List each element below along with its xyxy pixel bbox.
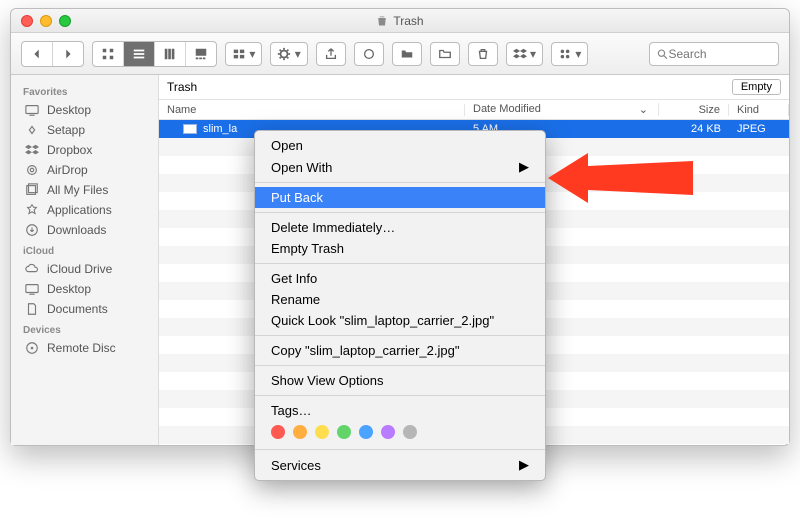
action-button[interactable]: ▾ <box>270 42 307 66</box>
zoom-window-button[interactable] <box>59 15 71 27</box>
sidebar-item-remote-disc[interactable]: Remote Disc <box>11 338 158 358</box>
menu-show-view-options[interactable]: Show View Options <box>255 370 545 391</box>
minimize-window-button[interactable] <box>40 15 52 27</box>
sidebar-item-desktop[interactable]: Desktop <box>11 100 158 120</box>
delete-button[interactable] <box>468 42 498 66</box>
sidebar-heading: iCloud <box>11 240 158 259</box>
sidebar-item-label: All My Files <box>47 183 108 197</box>
column-name[interactable]: Name <box>159 104 465 116</box>
tag-red[interactable] <box>271 425 285 439</box>
sidebar-item-documents[interactable]: Documents <box>11 299 158 319</box>
new-folder-button[interactable] <box>430 42 460 66</box>
sidebar-item-label: Downloads <box>47 223 106 237</box>
file-size: 24 KB <box>659 123 729 135</box>
toolbar: ▾ ▾ ▾ ▾ <box>11 33 789 75</box>
menu-put-back[interactable]: Put Back <box>255 187 545 208</box>
tags-button[interactable] <box>354 42 384 66</box>
tag-yellow[interactable] <box>315 425 329 439</box>
connect-button[interactable]: ▾ <box>551 42 588 66</box>
file-thumbnail-icon <box>183 124 197 134</box>
tag-green[interactable] <box>337 425 351 439</box>
column-size[interactable]: Size <box>659 104 729 116</box>
path-bar: Trash Empty <box>159 75 789 100</box>
sidebar-item-label: AirDrop <box>47 163 88 177</box>
trash-icon <box>376 15 388 27</box>
tag-blue[interactable] <box>359 425 373 439</box>
menu-open[interactable]: Open <box>255 135 545 156</box>
arrange-button[interactable]: ▾ <box>225 42 262 66</box>
search-input[interactable] <box>669 47 773 61</box>
file-kind: JPEG <box>729 123 789 135</box>
sidebar-item-label: Dropbox <box>47 143 92 157</box>
submenu-arrow-icon: ▶ <box>519 457 529 473</box>
column-headers: Name Date Modified⌄ Size Kind <box>159 100 789 120</box>
search-icon <box>656 47 669 61</box>
tag-orange[interactable] <box>293 425 307 439</box>
titlebar: Trash <box>11 9 789 33</box>
view-buttons <box>92 41 217 67</box>
sidebar-item-label: Applications <box>47 203 112 217</box>
menu-open-with[interactable]: Open With▶ <box>255 156 545 178</box>
share-button[interactable] <box>316 42 346 66</box>
sidebar-item-label: iCloud Drive <box>47 262 112 276</box>
menu-quick-look[interactable]: Quick Look "slim_laptop_carrier_2.jpg" <box>255 310 545 331</box>
window-title: Trash <box>11 14 789 28</box>
sidebar: Favorites Desktop Setapp Dropbox AirDrop… <box>11 75 159 445</box>
file-name: slim_la <box>203 123 237 135</box>
nav-buttons <box>21 41 84 67</box>
tag-gray[interactable] <box>403 425 417 439</box>
sidebar-item-icloud-drive[interactable]: iCloud Drive <box>11 259 158 279</box>
sidebar-item-label: Setapp <box>47 123 85 137</box>
menu-tags[interactable]: Tags… <box>255 400 545 421</box>
menu-delete-immediately[interactable]: Delete Immediately… <box>255 217 545 238</box>
view-list-button[interactable] <box>124 42 155 66</box>
sidebar-item-label: Desktop <box>47 103 91 117</box>
column-date[interactable]: Date Modified⌄ <box>465 103 659 116</box>
menu-services[interactable]: Services▶ <box>255 454 545 476</box>
submenu-arrow-icon: ▶ <box>519 159 529 175</box>
column-kind[interactable]: Kind <box>729 104 789 116</box>
chevron-down-icon: ⌄ <box>639 103 648 116</box>
close-window-button[interactable] <box>21 15 33 27</box>
empty-trash-button[interactable]: Empty <box>732 79 781 95</box>
location-title: Trash <box>167 80 197 94</box>
sidebar-item-applications[interactable]: Applications <box>11 200 158 220</box>
sidebar-item-downloads[interactable]: Downloads <box>11 220 158 240</box>
view-gallery-button[interactable] <box>186 42 216 66</box>
sidebar-item-setapp[interactable]: Setapp <box>11 120 158 140</box>
sidebar-item-airdrop[interactable]: AirDrop <box>11 160 158 180</box>
context-menu: Open Open With▶ Put Back Delete Immediat… <box>254 130 546 481</box>
back-button[interactable] <box>22 42 53 66</box>
search-field[interactable] <box>649 42 779 66</box>
sidebar-item-label: Desktop <box>47 282 91 296</box>
sidebar-item-desktop-icloud[interactable]: Desktop <box>11 279 158 299</box>
tag-color-row <box>255 421 545 445</box>
sidebar-item-dropbox[interactable]: Dropbox <box>11 140 158 160</box>
menu-get-info[interactable]: Get Info <box>255 268 545 289</box>
sidebar-heading: Devices <box>11 319 158 338</box>
menu-empty-trash[interactable]: Empty Trash <box>255 238 545 259</box>
view-columns-button[interactable] <box>155 42 186 66</box>
sidebar-item-allfiles[interactable]: All My Files <box>11 180 158 200</box>
sidebar-item-label: Remote Disc <box>47 341 116 355</box>
window-title-text: Trash <box>393 14 423 28</box>
forward-button[interactable] <box>53 42 83 66</box>
menu-copy[interactable]: Copy "slim_laptop_carrier_2.jpg" <box>255 340 545 361</box>
window-controls <box>11 15 81 27</box>
menu-rename[interactable]: Rename <box>255 289 545 310</box>
dropbox-button[interactable]: ▾ <box>506 42 543 66</box>
view-icons-button[interactable] <box>93 42 124 66</box>
folder-button[interactable] <box>392 42 422 66</box>
sidebar-item-label: Documents <box>47 302 108 316</box>
sidebar-heading: Favorites <box>11 81 158 100</box>
tag-purple[interactable] <box>381 425 395 439</box>
